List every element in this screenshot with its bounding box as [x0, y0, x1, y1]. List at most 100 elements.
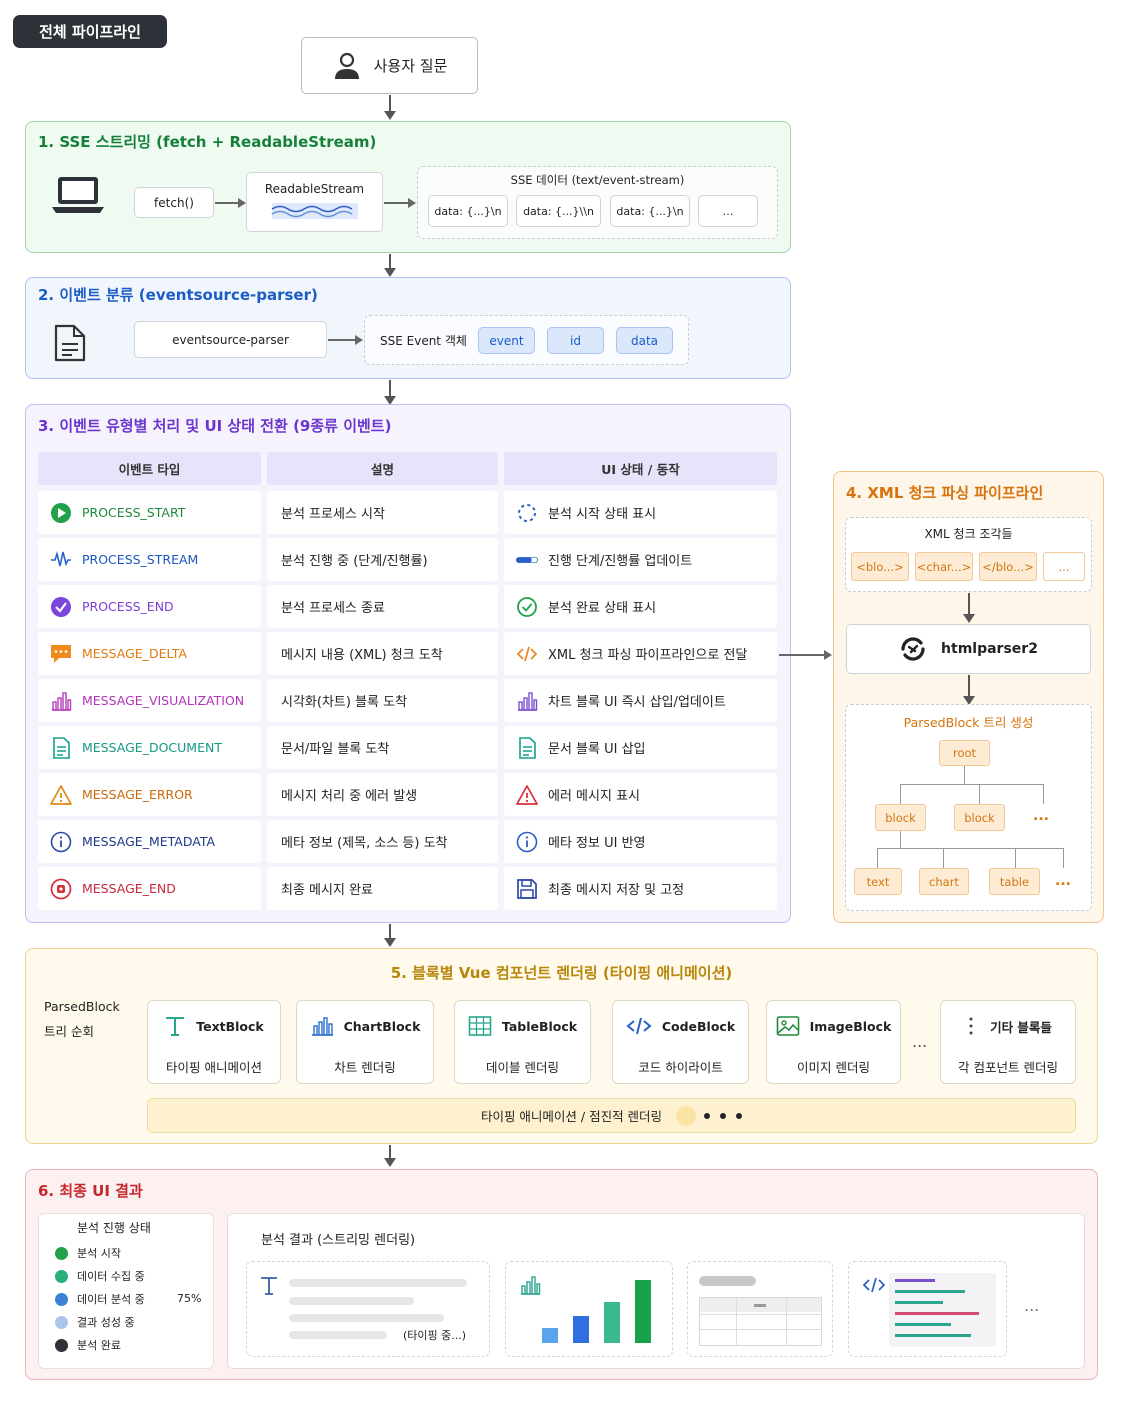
table-row: MESSAGE_ERROR [38, 773, 261, 816]
table-icon [468, 1016, 492, 1036]
file-icon [50, 736, 72, 759]
sse-chunk: data: {...}\\n [516, 195, 601, 227]
more-vertical-icon [969, 1017, 973, 1035]
typing-label: (타이핑 중...) [403, 1329, 467, 1342]
mini-bar [573, 1316, 589, 1343]
table-row: PROCESS_START [38, 491, 261, 534]
component-other-blocks: 기타 블록들 각 컴포넌트 렌더링 [940, 1000, 1076, 1084]
document-icon [54, 324, 86, 362]
pipeline-badge: 전체 파이프라인 [13, 15, 167, 48]
error-icon [516, 784, 538, 806]
tree-traverse-label-2: 트리 순회 [44, 1024, 94, 1039]
save-icon [516, 878, 538, 900]
code-icon [516, 643, 538, 665]
result-table-card [687, 1261, 833, 1357]
eventsource-parser-box: eventsource-parser [134, 321, 327, 358]
play-icon [50, 502, 72, 524]
step-item: 분석 시작 [55, 1245, 121, 1261]
result-title: 분석 결과 (스트리밍 렌더링) [261, 1233, 416, 1248]
xml-chunk: <blo...> [851, 552, 909, 581]
htmlparser2-box: htmlparser2 [846, 624, 1091, 674]
table-row: MESSAGE_END [38, 867, 261, 910]
waveform-icon [50, 549, 72, 571]
tree-traverse-label-1: ParsedBlock [44, 999, 120, 1014]
typing-bar: 타이핑 애니메이션 / 점진적 렌더링 [147, 1098, 1076, 1133]
stop-icon [50, 878, 72, 900]
bar-chart-icon [50, 690, 72, 712]
info-icon [50, 831, 72, 853]
xml-chunk: </blo...> [979, 552, 1037, 581]
code-icon [863, 1277, 885, 1293]
text-icon [166, 1017, 185, 1036]
table-row: MESSAGE_DELTA [38, 632, 261, 675]
user-question-box: 사용자 질문 [301, 37, 478, 94]
user-question-label: 사용자 질문 [373, 57, 448, 75]
field-data: data [616, 327, 673, 354]
typing-indicator [676, 1105, 743, 1126]
bar-chart-icon [516, 690, 538, 712]
text-icon [261, 1277, 277, 1295]
section5-title: 5. 블록별 Vue 컴포넌트 렌더링 (타이핑 애니메이션) [390, 964, 733, 982]
component-textblock: TextBlock 타이핑 애니메이션 [147, 1000, 281, 1084]
xml-chunks-title: XML 청크 조각들 [924, 527, 1013, 541]
result-text-card: (타이핑 중...) [246, 1261, 490, 1357]
component-chartblock: ChartBlock 차트 렌더링 [296, 1000, 434, 1084]
progress-title: 분석 진행 상태 [77, 1221, 151, 1235]
image-icon [776, 1016, 799, 1036]
section3-title: 3. 이벤트 유형별 처리 및 UI 상태 전환 (9종류 이벤트) [38, 417, 392, 435]
info-icon [516, 831, 538, 853]
xml-chunk: ... [1043, 552, 1085, 581]
result-code-card [848, 1261, 1007, 1357]
warning-icon [50, 784, 72, 806]
field-id: id [547, 327, 604, 354]
tree-leaf: chart [919, 868, 969, 895]
step-item: 데이터 분석 중 [55, 1291, 145, 1307]
user-icon [334, 52, 359, 79]
bar-chart-icon [521, 1276, 541, 1295]
header-event-type: 이벤트 타입 [38, 452, 261, 485]
section6-title: 6. 최종 UI 결과 [38, 1182, 143, 1200]
header-ui-action: UI 상태 / 동작 [504, 452, 777, 485]
step-item: 데이터 수집 중 [55, 1268, 145, 1284]
component-imageblock: ImageBlock 이미지 렌더링 [766, 1000, 901, 1084]
table-row: PROCESS_END [38, 585, 261, 628]
sse-data-title: SSE 데이터 (text/event-stream) [510, 173, 685, 187]
sse-chunk: data: {...}\n [610, 195, 690, 227]
readable-stream-box: ReadableStream [246, 172, 383, 232]
tree-root: root [939, 740, 990, 766]
check-outline-icon [516, 596, 538, 618]
result-chart-card [505, 1261, 673, 1357]
check-circle-icon [50, 596, 72, 618]
table-row: PROCESS_STREAM [38, 538, 261, 581]
tree-more: ... [1055, 873, 1071, 889]
table-row: MESSAGE_VISUALIZATION [38, 679, 261, 722]
header-description: 설명 [267, 452, 498, 485]
tree-title: ParsedBlock 트리 생성 [903, 715, 1034, 730]
table-row: MESSAGE_DOCUMENT [38, 726, 261, 769]
tree-more: ... [1033, 808, 1049, 824]
step-item: 결과 성성 중 [55, 1314, 135, 1330]
bar-chart-icon [311, 1017, 333, 1036]
section2-title: 2. 이벤트 분류 (eventsource-parser) [38, 286, 318, 304]
loading-icon [516, 502, 538, 524]
step-item: 분석 완료 [55, 1337, 121, 1353]
tree-block: block [954, 804, 1005, 831]
sse-event-label: SSE Event 객체 [380, 334, 467, 348]
table-row: MESSAGE_METADATA [38, 820, 261, 863]
fetch-box: fetch() [134, 187, 214, 218]
components-more: ... [912, 1032, 928, 1051]
component-tableblock: TableBlock 데이블 렌더링 [454, 1000, 591, 1084]
progress-bar-icon [516, 549, 538, 571]
sse-chunk: ... [698, 195, 758, 227]
xml-chunk: <char...> [915, 552, 973, 581]
section4-title: 4. XML 청크 파싱 파이프라인 [846, 484, 1044, 502]
field-event: event [478, 327, 535, 354]
results-more: ... [1024, 1296, 1040, 1315]
mini-bar [542, 1328, 558, 1343]
laptop-icon [52, 177, 104, 213]
parser-logo-icon [901, 637, 925, 661]
sse-chunk: data: {...}\n [428, 195, 508, 227]
mini-table [699, 1297, 822, 1346]
tree-block: block [875, 804, 926, 831]
stream-wave-icon [271, 203, 358, 219]
